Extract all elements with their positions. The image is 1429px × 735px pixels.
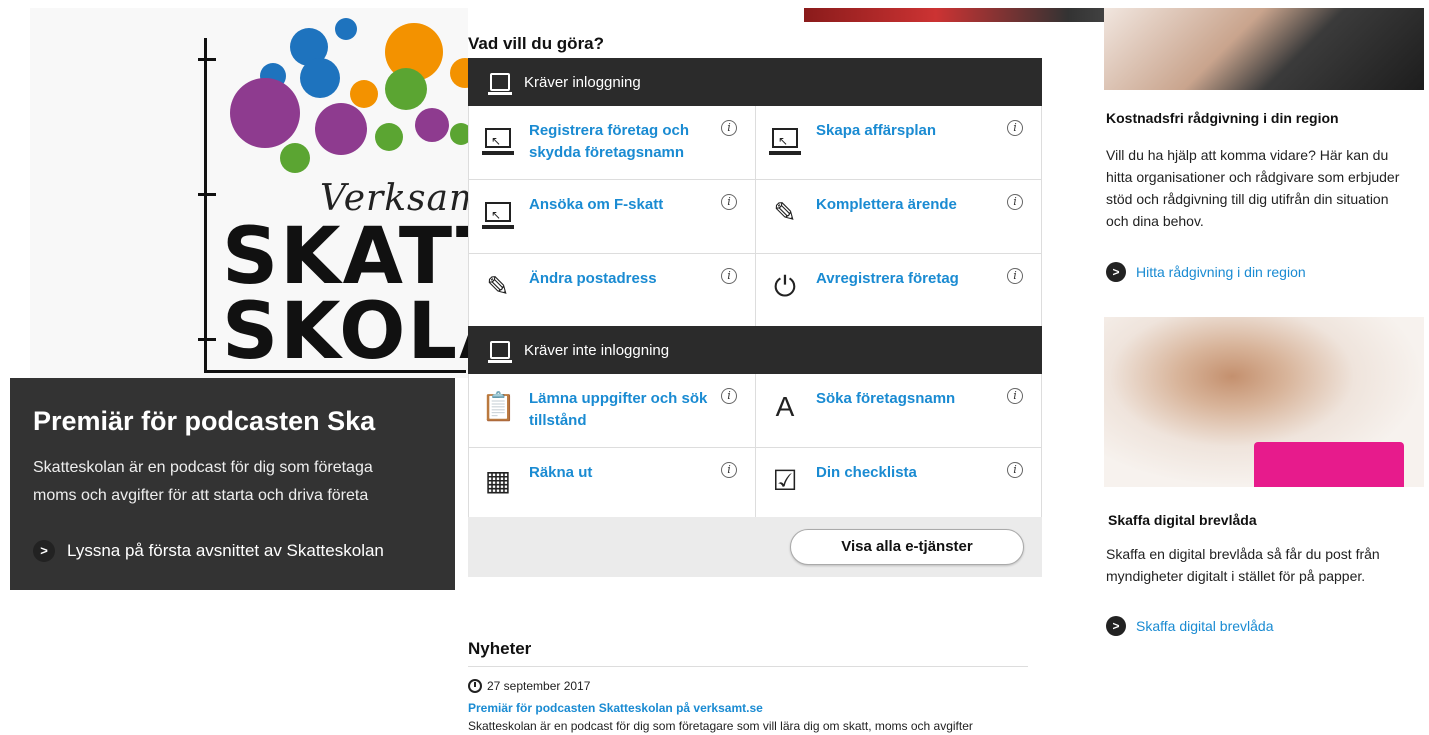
get-digital-mailbox-link[interactable]: > Skaffa digital brevlåda [1106, 616, 1274, 636]
listen-first-episode-link[interactable]: > Lyssna på första avsnittet av Skattesk… [33, 540, 384, 562]
service-skapa-affarsplan[interactable]: Skapa affärsplan i [755, 106, 1041, 179]
service-registrera-foretag[interactable]: Registrera företag och skydda företagsna… [469, 106, 755, 179]
info-icon[interactable]: i [721, 268, 737, 284]
info-icon[interactable]: i [1007, 388, 1023, 404]
advice-title: Kostnadsfri rådgivning i din region [1106, 110, 1339, 126]
no-login-services-grid: 📋 Lämna uppgifter och sök tillstånd i A … [468, 374, 1042, 518]
text-search-icon: A [775, 391, 795, 422]
power-icon: ⏻ [773, 271, 797, 302]
info-icon[interactable]: i [721, 388, 737, 404]
service-ansoka-f-skatt[interactable]: Ansöka om F-skatt i [469, 180, 755, 253]
clock-icon [468, 679, 482, 693]
edit-icon: ✎ [773, 197, 797, 228]
news-heading: Nyheter [468, 639, 532, 658]
computer-icon [768, 122, 802, 158]
podcast-promo-card[interactable]: Premiär för podcasten Ska Skatteskolan ä… [10, 378, 455, 590]
news-date: 27 september 2017 [468, 679, 590, 693]
service-rakna-ut[interactable]: ▦ Räkna ut i [469, 448, 755, 518]
service-avregistrera-foretag[interactable]: ⏻ Avregistrera företag i [755, 254, 1041, 327]
news-excerpt: Skatteskolan är en podcast för dig som f… [468, 719, 973, 733]
news-divider [468, 666, 1028, 667]
services-footer: Visa alla e-tjänster [468, 517, 1042, 577]
service-komplettera-arende[interactable]: ✎ Komplettera ärende i [755, 180, 1041, 253]
show-all-eservices-button[interactable]: Visa alla e-tjänster [790, 529, 1024, 565]
edit-icon: ✎ [486, 271, 510, 302]
computer-icon [481, 122, 515, 158]
chevron-right-icon: > [1106, 616, 1126, 636]
computer-icon [481, 196, 515, 232]
info-icon[interactable]: i [721, 194, 737, 210]
clipboard-search-icon: 📋 [481, 391, 516, 422]
services-panel: Vad vill du göra? Kräver inloggning Regi… [468, 0, 1042, 735]
advice-photo[interactable] [1104, 8, 1424, 90]
info-icon[interactable]: i [721, 120, 737, 136]
promo-title: Premiär för podcasten Ska [33, 406, 376, 436]
services-heading: Vad vill du göra? [468, 34, 605, 53]
service-lamna-uppgifter[interactable]: 📋 Lämna uppgifter och sök tillstånd i [469, 374, 755, 447]
info-icon[interactable]: i [721, 462, 737, 478]
digital-mailbox-title: Skaffa digital brevlåda [1108, 512, 1257, 528]
service-din-checklista[interactable]: ☑ Din checklista i [755, 448, 1041, 518]
promo-text: Skatteskolan är en podcast för dig som f… [33, 459, 373, 504]
skatteskolan-logo: Verksam SKATT SKOLA [198, 8, 520, 378]
checklist-icon: ☑ [772, 465, 798, 496]
advice-text: Vill du ha hjälp att komma vidare? Här k… [1106, 147, 1400, 229]
calculator-icon: ▦ [484, 465, 512, 496]
find-advice-link[interactable]: > Hitta rådgivning i din region [1106, 262, 1306, 282]
info-icon[interactable]: i [1007, 194, 1023, 210]
chevron-right-icon: > [1106, 262, 1126, 282]
info-icon[interactable]: i [1007, 120, 1023, 136]
chevron-right-icon: > [33, 540, 55, 562]
login-services-grid: Registrera företag och skydda företagsna… [468, 106, 1042, 328]
digital-mailbox-photo[interactable] [1104, 317, 1424, 487]
computer-icon [488, 341, 512, 363]
section-header-login: Kräver inloggning [468, 58, 1042, 106]
news-headline-link[interactable]: Premiär för podcasten Skatteskolan på ve… [468, 701, 763, 715]
info-icon[interactable]: i [1007, 268, 1023, 284]
laptop-shape [1254, 442, 1404, 487]
info-icon[interactable]: i [1007, 462, 1023, 478]
computer-lock-icon [488, 73, 512, 95]
section-header-no-login: Kräver inte inloggning [468, 326, 1042, 374]
service-andra-postadress[interactable]: ✎ Ändra postadress i [469, 254, 755, 327]
digital-mailbox-text: Skaffa en digital brevlåda så får du pos… [1106, 546, 1380, 584]
service-soka-foretagsnamn[interactable]: A Söka företagsnamn i [755, 374, 1041, 447]
